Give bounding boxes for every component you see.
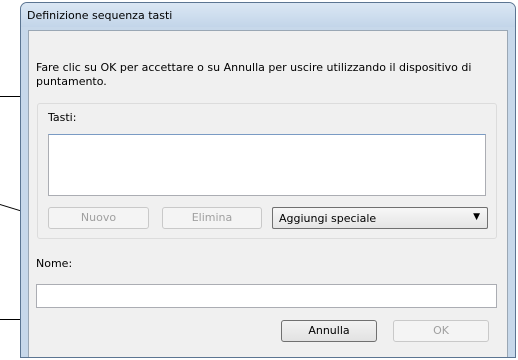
keys-text-area[interactable] — [48, 134, 486, 196]
name-label: Nome: — [36, 257, 73, 270]
dialog-title: Definizione sequenza tasti — [27, 9, 173, 22]
keys-group: Tasti: Nuovo Elimina Aggiungi speciale ▼ — [37, 103, 497, 239]
instruction-text: Fare clic su OK per accettare o su Annul… — [36, 61, 472, 88]
new-button[interactable]: Nuovo — [48, 207, 149, 229]
key-sequence-dialog: Definizione sequenza tasti Fare clic su … — [20, 2, 516, 358]
title-bar[interactable]: Definizione sequenza tasti — [21, 3, 515, 27]
chevron-down-icon: ▼ — [473, 212, 480, 222]
keys-label: Tasti: — [48, 111, 77, 124]
add-special-dropdown[interactable]: Aggiungi speciale ▼ — [272, 207, 488, 229]
name-field[interactable] — [36, 284, 497, 308]
delete-button[interactable]: Elimina — [162, 207, 262, 229]
ok-button[interactable]: OK — [393, 320, 489, 342]
add-special-selected: Aggiungi speciale — [279, 212, 377, 225]
dialog-body: Fare clic su OK per accettare o su Annul… — [28, 30, 508, 357]
cancel-button[interactable]: Annulla — [281, 320, 377, 342]
